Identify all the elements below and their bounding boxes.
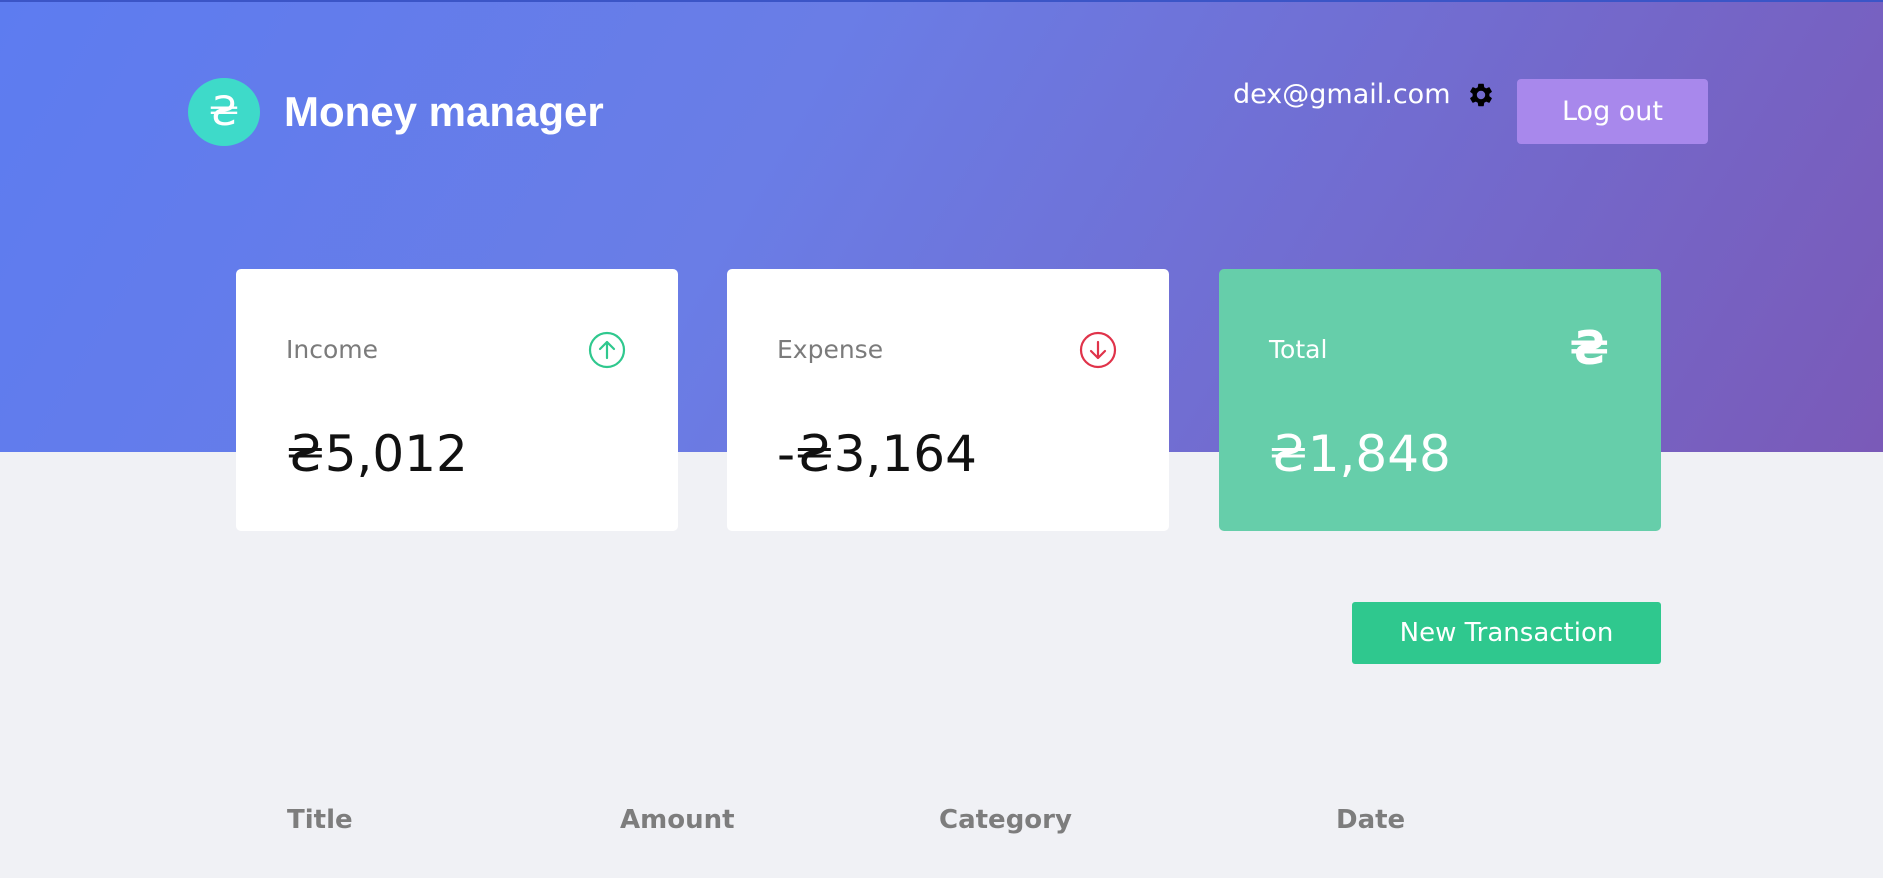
rupee-icon: ₴ bbox=[1569, 321, 1609, 375]
arrow-up-circle-icon bbox=[588, 331, 626, 369]
new-transaction-button[interactable]: New Transaction bbox=[1352, 602, 1661, 664]
column-header-category: Category bbox=[939, 805, 1072, 835]
total-card: Total ₴ ₴1,848 bbox=[1219, 269, 1661, 531]
income-card: Income ₴5,012 bbox=[236, 269, 678, 531]
arrow-down-circle-icon bbox=[1079, 331, 1117, 369]
user-area: dex@gmail.com bbox=[1233, 79, 1495, 110]
column-header-title: Title bbox=[287, 805, 353, 835]
logout-button[interactable]: Log out bbox=[1517, 79, 1708, 144]
income-value: ₴5,012 bbox=[286, 425, 468, 483]
expense-card: Expense -₴3,164 bbox=[727, 269, 1169, 531]
rupee-logo-icon: ₴ bbox=[188, 78, 260, 146]
expense-value: -₴3,164 bbox=[777, 425, 977, 483]
app-title: Money manager bbox=[284, 88, 604, 135]
column-header-amount: Amount bbox=[620, 805, 735, 835]
total-value: ₴1,848 bbox=[1269, 425, 1451, 483]
gear-icon[interactable] bbox=[1467, 81, 1495, 109]
expense-label: Expense bbox=[777, 335, 884, 364]
page: ₴ Money manager dex@gmail.com Log out In… bbox=[0, 0, 1883, 878]
brand: ₴ Money manager bbox=[188, 78, 604, 146]
income-label: Income bbox=[286, 335, 378, 364]
total-label: Total bbox=[1269, 335, 1328, 364]
user-email: dex@gmail.com bbox=[1233, 79, 1451, 110]
column-header-date: Date bbox=[1336, 805, 1406, 835]
